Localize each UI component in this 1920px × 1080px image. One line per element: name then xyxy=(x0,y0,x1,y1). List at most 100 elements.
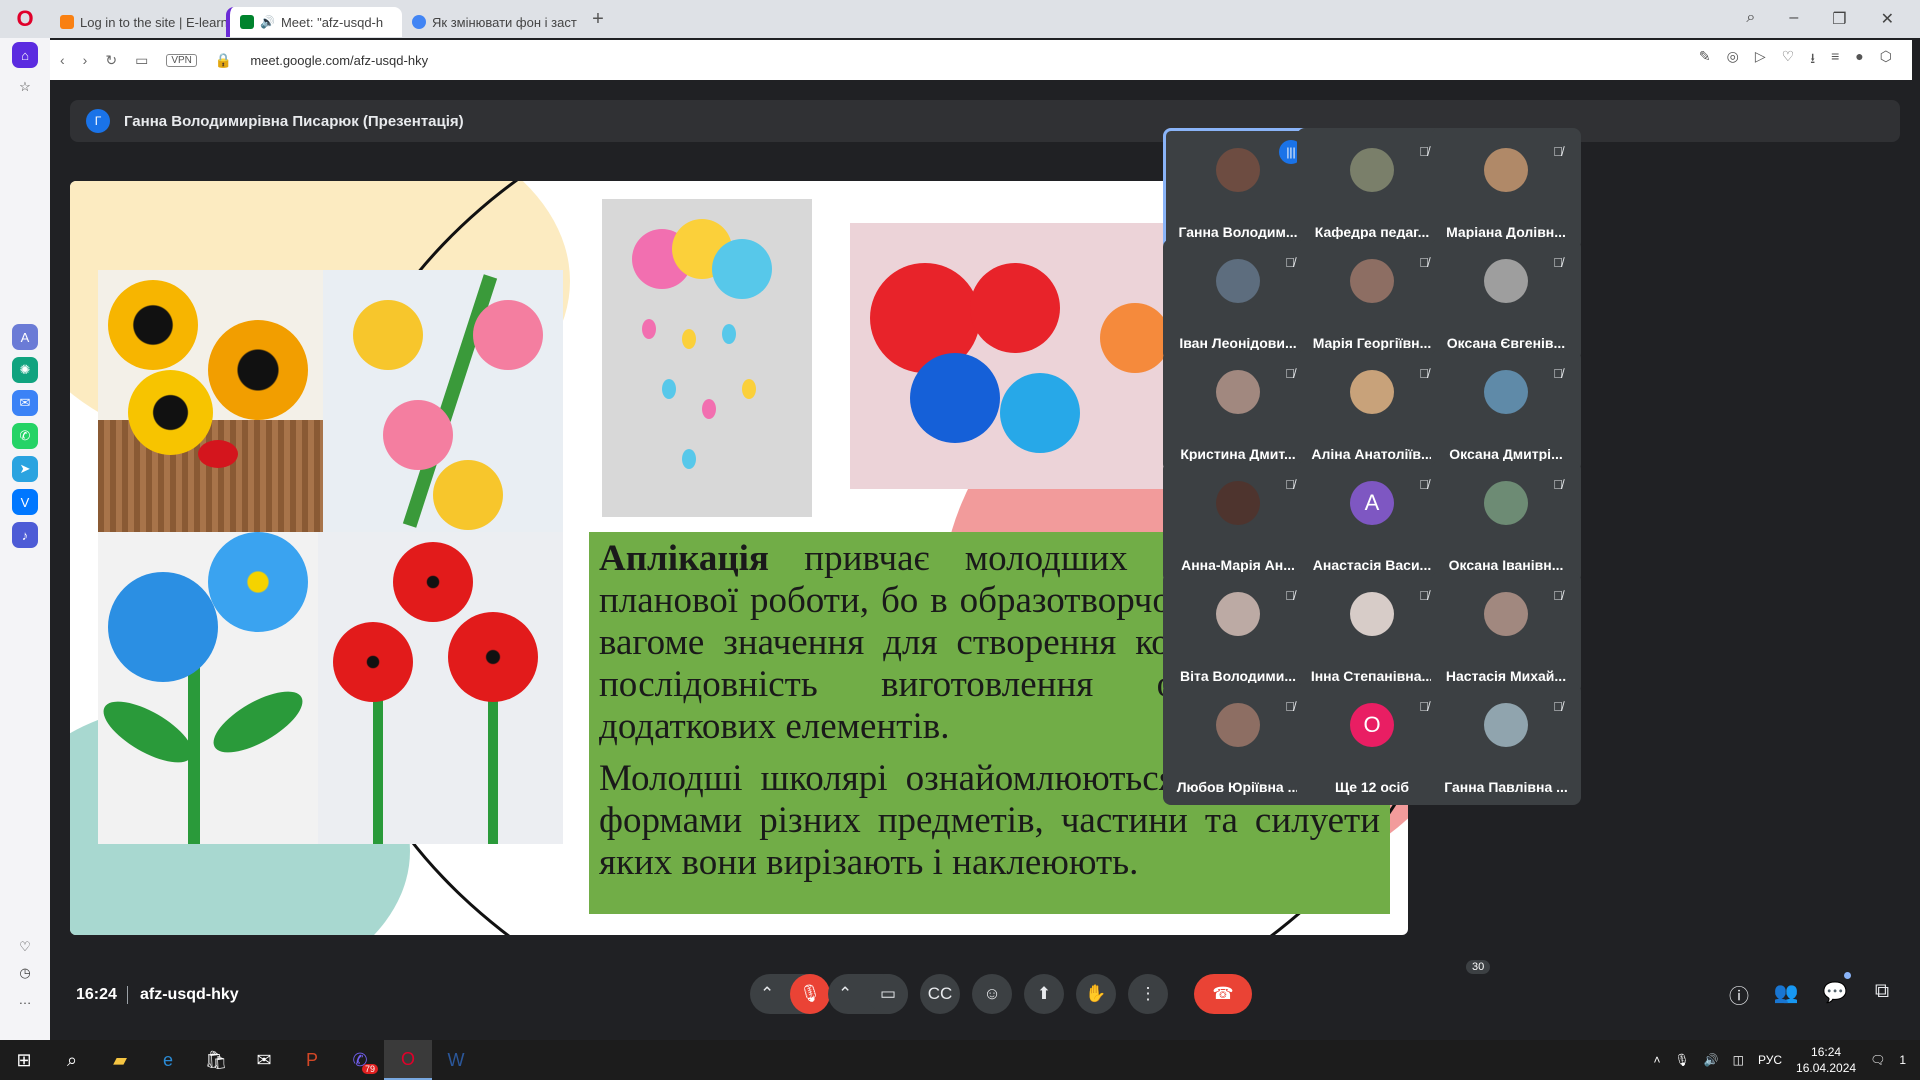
edit-icon[interactable]: ✎ xyxy=(1699,48,1711,72)
participant-tile[interactable]: 🎙̸ Кристина Дмит... xyxy=(1163,350,1313,472)
mail-icon[interactable]: ✉ xyxy=(240,1040,288,1080)
history-icon[interactable]: ◷ xyxy=(12,960,38,986)
heart-icon[interactable]: ♡ xyxy=(1782,48,1795,72)
powerpoint-icon[interactable]: P xyxy=(288,1040,336,1080)
aria-icon[interactable]: A xyxy=(12,324,38,350)
participant-tile[interactable]: 🎙̸ Анна-Марія Ан... xyxy=(1163,461,1313,583)
system-clock[interactable]: 16:24 16.04.2024 xyxy=(1796,1044,1856,1076)
forward-icon[interactable]: › xyxy=(83,52,88,68)
raise-hand-button[interactable]: ✋ xyxy=(1076,974,1116,1014)
close-icon[interactable]: ✕ xyxy=(1881,9,1894,29)
muted-mic-icon: 🎙̸ xyxy=(1553,587,1563,603)
microphone-tray-icon[interactable]: 🎙 xyxy=(1674,1053,1689,1067)
minimize-icon[interactable]: – xyxy=(1789,9,1798,29)
participant-tile[interactable]: 🎙̸ Аліна Анатоліїв... xyxy=(1297,350,1447,472)
participant-tile[interactable]: О 🎙̸ Ще 12 осіб xyxy=(1297,683,1447,805)
participant-name: Любов Юріївна ... xyxy=(1176,779,1300,795)
people-icon[interactable]: 👥 xyxy=(1771,980,1801,1005)
participant-tile[interactable]: 🎙̸ Віта Володими... xyxy=(1163,572,1313,694)
participant-tile[interactable]: ||| Ганна Володим... xyxy=(1163,128,1313,250)
participant-tile[interactable]: 🎙̸ Ганна Павлівна ... xyxy=(1431,683,1581,805)
participant-tile[interactable]: 🎙̸ Оксана Іванівн... xyxy=(1431,461,1581,583)
participant-name: Іван Леонідови... xyxy=(1179,335,1297,351)
mic-options-chevron-icon[interactable]: ⌃ xyxy=(760,984,774,1004)
participant-name: Кафедра педаг... xyxy=(1314,224,1430,240)
participant-tile[interactable]: 🎙̸ Інна Степанівна... xyxy=(1297,572,1447,694)
avatar xyxy=(1484,592,1528,636)
participant-tile[interactable]: 🎙̸ Кафедра педаг... xyxy=(1297,128,1447,250)
camera-options-chevron-icon[interactable]: ⌃ xyxy=(838,984,852,1004)
url-field[interactable]: meet.google.com/afz-usqd-hky xyxy=(250,53,428,68)
tab-label: Як змінювати фон і заст xyxy=(432,14,577,30)
avatar xyxy=(1484,481,1528,525)
chat-icon[interactable]: 💬 xyxy=(1820,980,1850,1005)
participant-name: Інна Степанівна... xyxy=(1310,668,1434,684)
vk-icon[interactable]: V xyxy=(12,489,38,515)
participant-tile[interactable]: 🎙̸ Любов Юріївна ... xyxy=(1163,683,1313,805)
tab-google-help[interactable]: Як змінювати фон і заст xyxy=(402,7,578,37)
viber-icon[interactable]: ✆ 79 xyxy=(336,1040,384,1080)
edge-icon[interactable]: e xyxy=(144,1040,192,1080)
camera-button[interactable]: ▭ xyxy=(868,974,908,1014)
search-icon[interactable]: ⌕ xyxy=(1746,9,1755,29)
participant-name: Оксана Євгенів... xyxy=(1446,335,1566,351)
whatsapp-icon[interactable]: ✆ xyxy=(12,423,38,449)
participant-tile[interactable]: А 🎙̸ Анастасія Васи... xyxy=(1297,461,1447,583)
search-icon[interactable]: ⌕ xyxy=(48,1040,96,1080)
extensions-icon[interactable]: ⬡ xyxy=(1880,48,1892,72)
tab-meet[interactable]: 🔊 Meet: "afz-usqd-h xyxy=(226,7,402,37)
word-icon[interactable]: W xyxy=(432,1040,480,1080)
telegram-icon[interactable]: ➤ xyxy=(12,456,38,482)
captions-button[interactable]: CC xyxy=(920,974,960,1014)
camera-icon[interactable]: ▭ xyxy=(135,52,148,69)
windows-start-icon[interactable]: ⊞ xyxy=(0,1040,48,1080)
download-icon[interactable]: ⭳ xyxy=(1810,48,1815,72)
notifications-icon[interactable]: 🗨 xyxy=(1870,1053,1885,1067)
new-tab-plus-icon[interactable]: + xyxy=(586,8,610,31)
network-icon[interactable]: ◫ xyxy=(1733,1053,1744,1067)
leave-call-button[interactable]: ☎ xyxy=(1194,974,1252,1014)
home-icon[interactable]: ⌂ xyxy=(12,42,38,68)
participant-tile[interactable]: 🎙̸ Маріана Долівн... xyxy=(1431,128,1581,250)
muted-mic-icon: 🎙̸ xyxy=(1553,254,1563,270)
avatar: А xyxy=(1350,481,1394,525)
tab-elearning[interactable]: Log in to the site | E-learni xyxy=(50,7,226,37)
present-button[interactable]: ⬆ xyxy=(1024,974,1064,1014)
maximize-icon[interactable]: ❐ xyxy=(1832,9,1846,29)
more-options-button[interactable]: ⋮ xyxy=(1128,974,1168,1014)
mic-off-button[interactable]: 🎙 xyxy=(790,974,830,1014)
participant-name: Анна-Марія Ан... xyxy=(1181,557,1295,573)
address-bar-actions: ✎ ◎ ▷ ♡ ⭳ ≡ ● ⬡ xyxy=(1699,48,1902,72)
play-icon[interactable]: ▷ xyxy=(1755,48,1766,72)
vpn-badge[interactable]: VPN xyxy=(166,53,197,67)
participant-tile[interactable]: 🎙̸ Настасія Михай... xyxy=(1431,572,1581,694)
star-icon[interactable]: ☆ xyxy=(12,74,38,100)
reactions-button[interactable]: ☺ xyxy=(972,974,1012,1014)
participant-tile[interactable]: 🎙̸ Марія Георгіївн... xyxy=(1297,239,1447,361)
meeting-info-icon[interactable]: ⓘ xyxy=(1724,980,1754,1009)
participant-name: Анастасія Васи... xyxy=(1312,557,1432,573)
favorites-icon[interactable]: ♡ xyxy=(12,934,38,960)
profile-icon[interactable]: ● xyxy=(1855,48,1863,72)
more-icon[interactable]: … xyxy=(12,986,38,1012)
activities-icon[interactable]: ⧉ xyxy=(1867,980,1897,1003)
menu-icon[interactable]: ≡ xyxy=(1831,48,1839,72)
snapshot-icon[interactable]: ◎ xyxy=(1727,48,1739,72)
avatar xyxy=(1484,259,1528,303)
participant-tile[interactable]: 🎙̸ Оксана Євгенів... xyxy=(1431,239,1581,361)
opera-logo-icon[interactable]: O xyxy=(0,0,50,38)
opera-taskbar-icon[interactable]: O xyxy=(384,1040,432,1080)
store-icon[interactable]: 🛍 xyxy=(192,1040,240,1080)
player-icon[interactable]: ♪ xyxy=(12,522,38,548)
reload-icon[interactable]: ↻ xyxy=(105,52,117,69)
volume-icon[interactable]: 🔊 xyxy=(1704,1053,1719,1067)
back-icon[interactable]: ‹ xyxy=(60,52,65,68)
participant-tile[interactable]: 🎙̸ Оксана Дмитрі... xyxy=(1431,350,1581,472)
chatgpt-icon[interactable]: ✺ xyxy=(12,357,38,383)
tray-chevron-icon[interactable]: ˄ xyxy=(1653,1053,1660,1067)
more-vert-icon: ⋮ xyxy=(1139,984,1157,1003)
participant-tile[interactable]: 🎙̸ Іван Леонідови... xyxy=(1163,239,1313,361)
file-explorer-icon[interactable]: ▰ xyxy=(96,1040,144,1080)
messenger-icon[interactable]: ✉ xyxy=(12,390,38,416)
language-indicator[interactable]: РУС xyxy=(1758,1053,1782,1067)
